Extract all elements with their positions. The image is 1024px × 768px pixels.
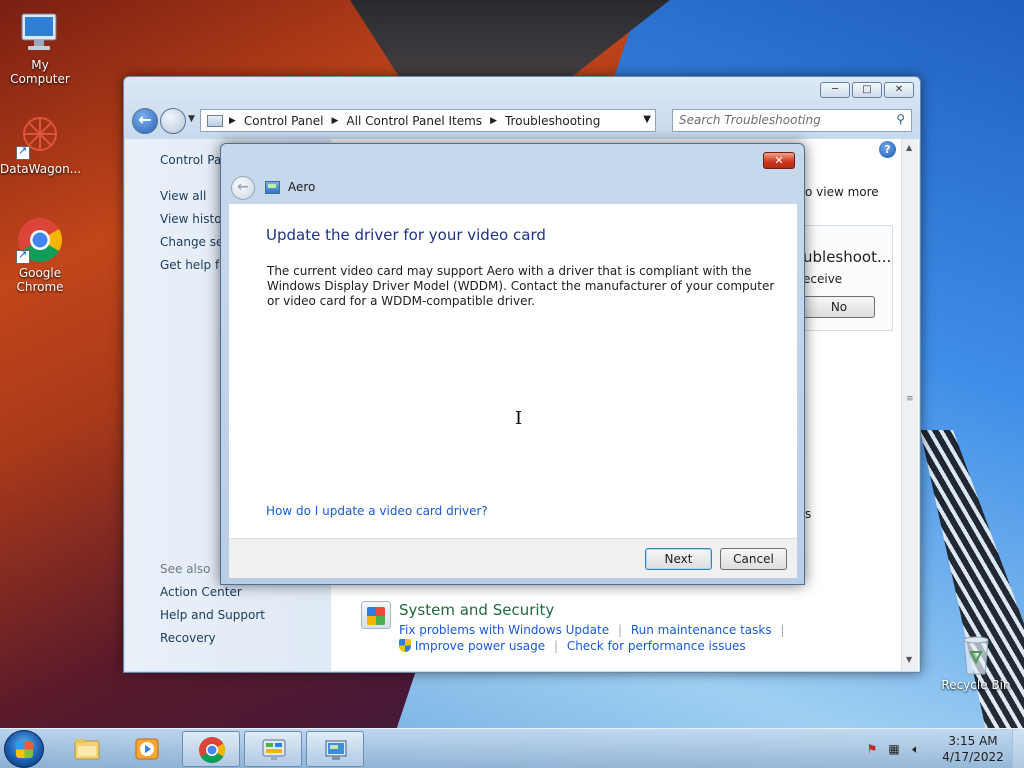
- media-player-icon: [135, 738, 159, 760]
- see-also-heading: See also: [160, 562, 211, 576]
- chevron-right-icon: ▶: [229, 115, 236, 126]
- recovery-link[interactable]: Recovery: [160, 631, 216, 645]
- system-tray: ⚑ ▦ 🔈︎: [864, 741, 924, 757]
- desktop-icon-my-computer[interactable]: My Computer: [0, 8, 80, 86]
- improve-power-link[interactable]: Improve power usage: [415, 639, 545, 653]
- help-and-support-link[interactable]: Help and Support: [160, 608, 265, 622]
- chevron-down-icon[interactable]: ▼: [643, 114, 651, 125]
- desktop-icon-recycle-bin[interactable]: Recycle Bin: [936, 632, 1016, 692]
- troubleshoot-panel-title: ubleshoot...: [803, 248, 892, 266]
- dialog-close-button[interactable]: ✕: [763, 152, 795, 169]
- back-button[interactable]: ←: [132, 108, 158, 134]
- action-center-link[interactable]: Action Center: [160, 585, 242, 599]
- address-bar[interactable]: ▶ Control Panel ▶ All Control Panel Item…: [200, 109, 656, 132]
- shortcut-arrow-icon: [16, 248, 30, 264]
- dialog-message: The current video card may support Aero …: [267, 264, 775, 308]
- update-driver-help-link[interactable]: How do I update a video card driver?: [266, 504, 488, 518]
- chevron-right-icon: ▶: [331, 115, 339, 126]
- volume-icon[interactable]: 🔈︎: [908, 741, 924, 757]
- breadcrumb-all-items[interactable]: All Control Panel Items: [346, 114, 482, 128]
- troubleshoot-panel: ubleshoot... eceive No: [803, 225, 893, 331]
- scroll-down-icon[interactable]: ▼: [906, 655, 912, 664]
- clock-time: 3:15 AM: [948, 734, 998, 748]
- breadcrumb-control-panel[interactable]: Control Panel: [244, 114, 324, 128]
- chrome-icon: [16, 216, 64, 264]
- datawagon-icon: [16, 112, 64, 160]
- search-input[interactable]: Search Troubleshooting ⚲: [672, 109, 912, 132]
- taskbar-aero-troubleshooter-button[interactable]: [306, 731, 364, 767]
- link-divider: |: [780, 623, 785, 637]
- desktop-icon-label: Recycle Bin: [941, 678, 1011, 692]
- search-icon[interactable]: ⚲: [896, 112, 905, 126]
- close-button[interactable]: ✕: [884, 82, 914, 98]
- taskbar-explorer-button[interactable]: [58, 731, 116, 767]
- breadcrumb-troubleshooting[interactable]: Troubleshooting: [505, 114, 600, 128]
- display-icon: [265, 181, 280, 194]
- chevron-right-icon: ▶: [490, 115, 497, 126]
- shortcut-arrow-icon: [16, 144, 30, 160]
- navigation-bar: ← ▼ ▶ Control Panel ▶ All Control Panel …: [132, 107, 914, 135]
- display-icon: [325, 740, 347, 760]
- system-links-row-1: Fix problems with Windows Update | Run m…: [399, 623, 789, 637]
- help-icon[interactable]: ?: [879, 141, 896, 158]
- link-divider: |: [617, 623, 622, 637]
- folder-icon: [74, 739, 100, 760]
- recent-pages-dropdown[interactable]: ▼: [188, 114, 195, 124]
- dialog-content: Update the driver for your video card Th…: [229, 204, 797, 538]
- maximize-button[interactable]: □: [852, 82, 882, 98]
- network-icon[interactable]: ▦: [886, 741, 902, 757]
- taskbar-clock[interactable]: 3:15 AM 4/17/2022: [940, 733, 1006, 765]
- desktop-icon-chrome[interactable]: Google Chrome: [0, 216, 80, 294]
- scroll-up-icon[interactable]: ▲: [906, 143, 912, 152]
- search-placeholder: Search Troubleshooting: [679, 113, 821, 127]
- performance-issues-link[interactable]: Check for performance issues: [567, 639, 746, 653]
- folder-icon: [207, 114, 223, 127]
- dialog-back-button[interactable]: ←: [231, 176, 255, 200]
- computer-icon: [16, 8, 64, 56]
- next-button[interactable]: Next: [645, 548, 712, 570]
- control-panel-home-link[interactable]: Control Pan: [160, 153, 229, 167]
- cancel-button[interactable]: Cancel: [720, 548, 787, 570]
- run-maintenance-link[interactable]: Run maintenance tasks: [631, 623, 772, 637]
- dialog-footer: Next Cancel: [229, 538, 797, 578]
- arrow-left-icon: ←: [138, 110, 152, 129]
- forward-button[interactable]: [160, 108, 186, 134]
- desktop-icon-label: DataWagon...: [0, 162, 82, 176]
- system-and-security-icon[interactable]: [361, 601, 391, 629]
- partial-text: s: [805, 507, 812, 521]
- desktop-icon-label: My Computer: [10, 58, 70, 86]
- chrome-icon: [199, 737, 226, 764]
- link-divider: |: [553, 639, 558, 653]
- start-button[interactable]: [4, 730, 44, 768]
- system-and-security-title[interactable]: System and Security: [399, 601, 554, 619]
- action-center-flag-icon[interactable]: ⚑: [864, 741, 880, 757]
- text-cursor-icon: I: [515, 408, 523, 429]
- control-panel-icon: [262, 739, 286, 760]
- shield-icon: [399, 639, 411, 652]
- no-button[interactable]: No: [803, 296, 875, 318]
- view-all-link[interactable]: View all: [160, 189, 206, 203]
- taskbar-control-panel-button[interactable]: [244, 731, 302, 767]
- clock-date: 4/17/2022: [942, 750, 1004, 764]
- fix-windows-update-link[interactable]: Fix problems with Windows Update: [399, 623, 609, 637]
- desktop-icon-datawagon[interactable]: DataWagon...: [0, 112, 82, 176]
- minimize-button[interactable]: ─: [820, 82, 850, 98]
- scroll-grip-icon[interactable]: ≡: [906, 394, 914, 404]
- show-desktop-button[interactable]: [1012, 729, 1024, 768]
- taskbar-media-player-button[interactable]: [118, 731, 176, 767]
- desktop-icon-label: Google Chrome: [16, 266, 64, 294]
- recycle-bin-icon: [956, 632, 996, 676]
- dialog-title: Aero: [288, 180, 316, 194]
- system-links-row-2: Improve power usage | Check for performa…: [399, 639, 746, 653]
- window-controls: ─ □ ✕: [820, 82, 914, 98]
- view-more-text[interactable]: o view more: [805, 185, 879, 199]
- vertical-scrollbar[interactable]: ▲ ≡ ▼: [901, 139, 918, 671]
- aero-troubleshooter-dialog: ✕ ← Aero Update the driver for your vide…: [220, 143, 805, 585]
- troubleshoot-panel-text: eceive: [803, 272, 843, 286]
- taskbar: ⚑ ▦ 🔈︎ 3:15 AM 4/17/2022: [0, 728, 1024, 768]
- dialog-heading: Update the driver for your video card: [266, 226, 546, 244]
- taskbar-chrome-button[interactable]: [182, 731, 240, 767]
